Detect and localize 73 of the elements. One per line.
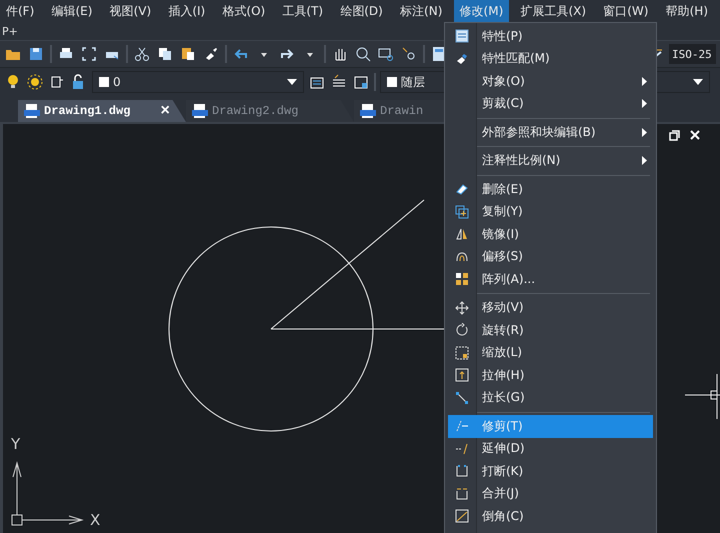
menu-item[interactable]: 对象(O)	[448, 70, 653, 92]
properties-icon	[455, 29, 469, 44]
menu-item[interactable]: 外部参照和块编辑(B)	[448, 121, 653, 144]
mirror-icon	[455, 227, 469, 242]
restore-icon[interactable]	[669, 130, 680, 141]
menu-item[interactable]: 移动(V)	[448, 296, 653, 319]
x-axis-label: X	[90, 511, 100, 529]
file-tab[interactable]: Drawing1.dwg ×	[18, 100, 186, 122]
caret-icon	[287, 79, 297, 85]
menu-title[interactable]: 窗口(W)	[597, 0, 654, 22]
menu-item[interactable]: 缩放(L)	[448, 342, 653, 364]
scissors-icon[interactable]	[133, 45, 151, 63]
menu-title[interactable]: 视图(V)	[104, 0, 158, 22]
menu-item[interactable]: 倒角(C)	[448, 505, 653, 528]
menu-item[interactable]: 复制(Y)	[448, 200, 653, 223]
copy-icon[interactable]	[156, 45, 174, 63]
extend-icon	[455, 442, 469, 456]
move-icon	[455, 300, 469, 315]
file-icon	[192, 104, 208, 118]
menu-title[interactable]: 修改(M)	[454, 0, 510, 22]
menu-title[interactable]: 件(F)	[0, 0, 40, 22]
menu-item[interactable]: 镜像(I)	[448, 223, 653, 246]
color-swatch	[387, 77, 397, 87]
color-swatch	[99, 77, 109, 87]
close-icon[interactable]	[690, 130, 700, 140]
paste-icon[interactable]	[179, 45, 197, 63]
layer-dropdown[interactable]: 0	[92, 71, 304, 93]
file-icon	[360, 104, 376, 118]
lengthen-icon	[455, 390, 469, 405]
menu-item[interactable]: 合并(J)	[448, 482, 653, 505]
menu-title[interactable]: 绘图(D)	[334, 0, 389, 22]
rotate-icon	[455, 323, 469, 338]
menu-item[interactable]: 拉长(G)	[448, 386, 653, 409]
trim-icon	[455, 419, 469, 434]
zoom-icon[interactable]	[354, 45, 372, 63]
menu-item[interactable]: 延伸(D)	[448, 438, 653, 460]
file-icon	[24, 104, 40, 118]
grid-icon	[455, 272, 469, 286]
zoom-extents-icon[interactable]	[80, 45, 98, 63]
menu-title[interactable]: 帮助(H)	[660, 0, 714, 22]
caret-icon	[693, 79, 703, 85]
menu-item[interactable]: 特性(P)	[448, 25, 653, 48]
menu-title[interactable]: 标注(N)	[394, 0, 448, 22]
menu-title[interactable]: 编辑(E)	[45, 0, 98, 22]
dimension-style-field[interactable]: ISO-25	[669, 44, 716, 64]
close-icon[interactable]: ×	[160, 102, 170, 120]
command-hint: P+	[2, 24, 18, 38]
eraser-icon	[455, 182, 469, 196]
stretch-icon	[455, 368, 469, 382]
menu-title[interactable]: 格式(O)	[216, 0, 272, 22]
menu-item[interactable]: 打断(K)	[448, 460, 653, 482]
scale-icon	[455, 346, 469, 360]
menu-item[interactable]: 特性匹配(M)	[448, 48, 653, 70]
join-icon	[455, 486, 469, 501]
menu-title[interactable]: 插入(I)	[162, 0, 212, 22]
save-icon[interactable]	[27, 45, 45, 63]
y-axis-label: Y	[11, 435, 20, 453]
copy-icon	[455, 204, 469, 219]
menu-item[interactable]: 拉伸(H)	[448, 364, 653, 386]
menu-title[interactable]: 扩展工具(X)	[514, 0, 592, 22]
sun-icon[interactable]	[26, 73, 44, 91]
menu-item[interactable]: 旋转(R)	[448, 319, 653, 342]
break-icon	[455, 464, 469, 478]
brush-icon	[455, 52, 469, 66]
menu-item[interactable]: 阵列(A)...	[448, 268, 653, 290]
menu-item[interactable]: 注释性比例(N)	[448, 150, 653, 172]
menu-item[interactable]: 偏移(S)	[448, 246, 653, 268]
chamfer-icon	[455, 509, 469, 524]
file-tab[interactable]: Drawing2.dwg	[186, 100, 354, 122]
menu-title[interactable]: 工具(T)	[276, 0, 330, 22]
offset-icon	[455, 250, 469, 264]
menu-item[interactable]: 删除(E)	[448, 178, 653, 200]
crosshair-cursor	[684, 374, 720, 420]
